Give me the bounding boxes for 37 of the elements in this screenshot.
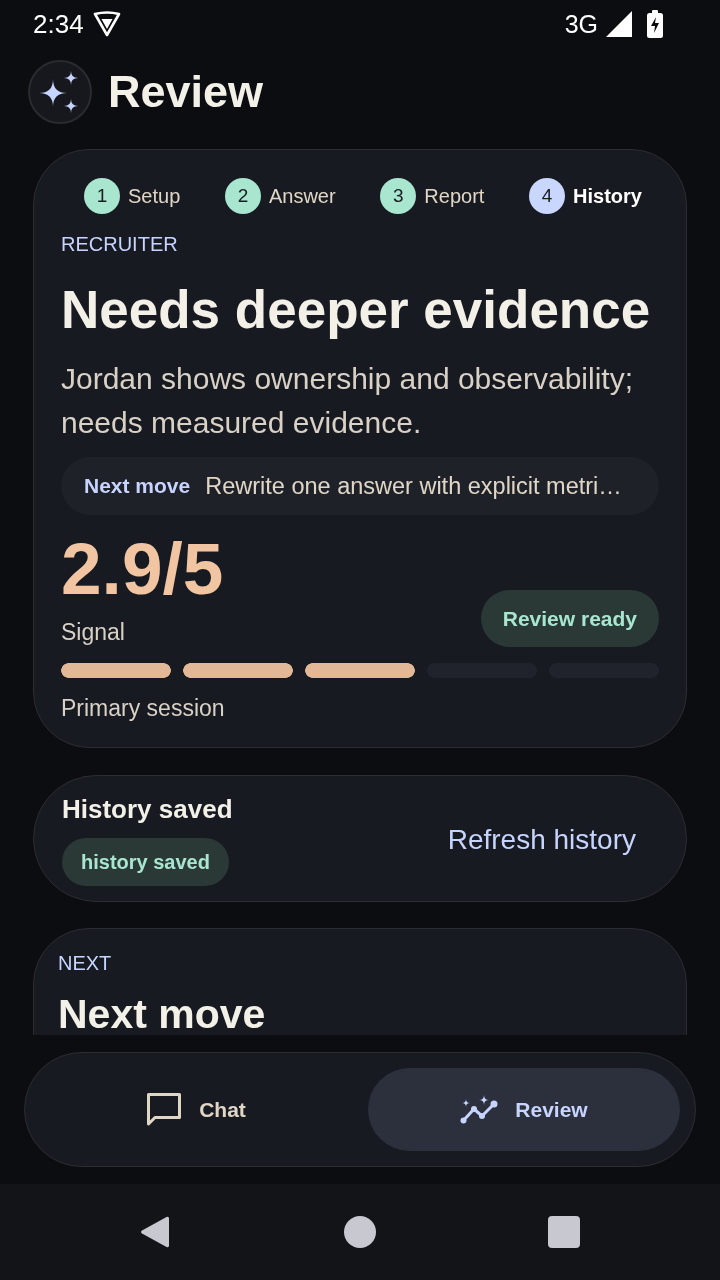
- score-label: Signal: [61, 618, 125, 647]
- score-value: 2.9/5: [61, 533, 224, 605]
- verdict-headline: Needs deeper evidence: [61, 280, 652, 340]
- shield-icon: [92, 11, 121, 37]
- step-number: 4: [529, 178, 566, 214]
- summary-text: Jordan shows ownership and observability; needs measured evidence.: [61, 361, 634, 441]
- step-label: History: [573, 184, 642, 209]
- step-number: 1: [84, 178, 120, 214]
- step-number: 3: [380, 178, 417, 214]
- history-badge: history saved: [62, 838, 229, 886]
- step-label: Answer: [268, 184, 336, 209]
- signal-icon: [606, 11, 632, 37]
- battery-charging-icon: [647, 10, 663, 38]
- network-type: 3G: [564, 9, 598, 39]
- section-label: NEXT: [58, 951, 112, 975]
- back-button[interactable]: [140, 1216, 172, 1248]
- status-badge: Review ready: [480, 590, 659, 647]
- sparkle-icon: [28, 60, 92, 124]
- role-label: RECRUITER: [61, 232, 179, 256]
- step-label: Report: [424, 184, 485, 209]
- next-move-text: Rewrite one answer with explicit metri…: [205, 472, 622, 500]
- chat-bubble-icon: [146, 1091, 183, 1128]
- nav-tab[interactable]: Chat: [40, 1068, 352, 1151]
- recents-icon: [548, 1216, 580, 1248]
- home-button[interactable]: [344, 1216, 376, 1248]
- session-caption: Primary session: [61, 694, 226, 723]
- history-title: History saved: [62, 794, 233, 824]
- section-title: Next move: [58, 990, 267, 1035]
- step-number: 2: [224, 178, 261, 214]
- next-move-label: Next move: [84, 474, 191, 498]
- back-icon: [140, 1216, 172, 1248]
- step-label: Setup: [128, 184, 181, 209]
- nav-tab[interactable]: Review: [368, 1068, 680, 1151]
- home-icon: [344, 1216, 376, 1248]
- page-title: Review: [108, 65, 264, 119]
- status-time: 2:34: [33, 9, 84, 39]
- refresh-history-button[interactable]: Refresh history: [425, 812, 658, 868]
